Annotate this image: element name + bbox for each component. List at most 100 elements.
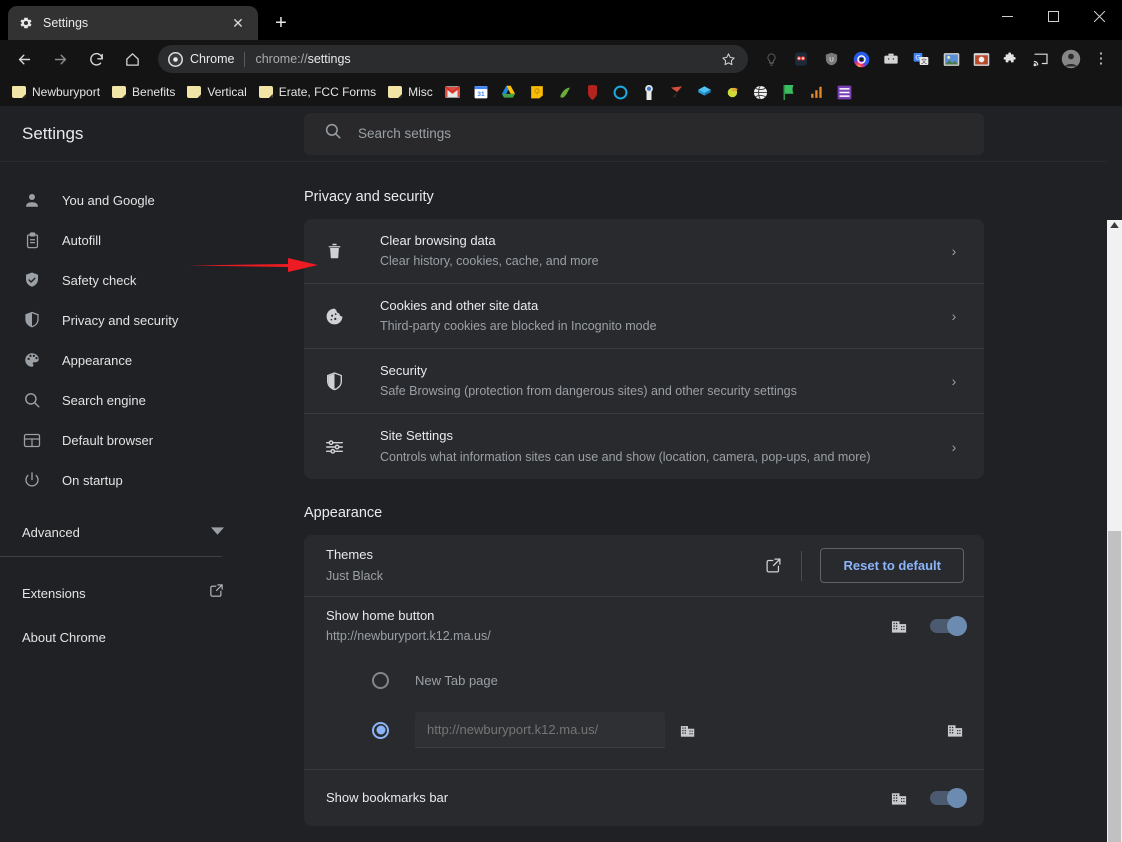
browser-window-icon [22, 430, 42, 450]
address-bar-url[interactable]: chrome://settings [255, 52, 710, 66]
rocket-icon[interactable] [788, 46, 814, 72]
show-bookmarks-bar-toggle[interactable] [930, 788, 967, 808]
close-icon[interactable] [1076, 0, 1122, 32]
list-icon[interactable] [837, 84, 853, 100]
bookmarks-bar: Newburyport Benefits Vertical Erate, FCC… [0, 78, 1122, 106]
bar-chart-icon[interactable] [809, 84, 825, 100]
radio-label: New Tab page [415, 672, 498, 688]
sidebar-item-appearance[interactable]: Appearance [0, 340, 250, 380]
maximize-icon[interactable] [1030, 0, 1076, 32]
toolbox-icon[interactable] [878, 46, 904, 72]
url-path: settings [307, 52, 351, 66]
chevron-right-icon[interactable]: › [944, 439, 964, 455]
scroll-up-arrow-icon[interactable] [1107, 218, 1122, 232]
appearance-card: Themes Just Black Reset to default Show … [304, 535, 984, 826]
sidebar-item-extensions[interactable]: Extensions [0, 571, 250, 615]
folder-icon [258, 86, 273, 98]
google-keep-icon[interactable] [529, 84, 545, 100]
google-translate-icon[interactable]: G文 [908, 46, 934, 72]
sidebar-item-search-engine[interactable]: Search engine [0, 380, 250, 420]
google-calendar-icon[interactable]: 31 [473, 84, 489, 100]
bookmark-folder[interactable]: Misc [382, 82, 439, 102]
external-link-icon[interactable] [763, 556, 783, 576]
wrench-icon[interactable] [641, 84, 657, 100]
row-security[interactable]: Security Safe Browsing (protection from … [304, 349, 984, 414]
sidebar-item-privacy-and-security[interactable]: Privacy and security [0, 300, 250, 340]
box-icon[interactable] [697, 84, 713, 100]
trash-icon [324, 241, 344, 261]
office-icon[interactable] [613, 84, 629, 100]
three-dot-menu-icon[interactable]: ⋮ [1088, 46, 1114, 72]
sidebar-item-advanced[interactable]: Advanced [0, 508, 250, 556]
reload-icon[interactable] [81, 44, 111, 74]
scrollbar-thumb[interactable] [1108, 531, 1121, 842]
row-cookies-and-other-site-data[interactable]: Cookies and other site data Third-party … [304, 284, 984, 349]
evernote-icon[interactable] [557, 84, 573, 100]
search-input[interactable]: Search settings [358, 126, 451, 141]
search-icon [22, 390, 42, 410]
radio-row-new-tab-page[interactable]: New Tab page [326, 655, 964, 705]
back-arrow-icon[interactable] [9, 44, 39, 74]
cast-icon[interactable] [1028, 46, 1054, 72]
bookmark-label: Vertical [207, 85, 247, 99]
lightbulb-icon[interactable] [758, 46, 784, 72]
instagram-icon[interactable] [848, 46, 874, 72]
close-icon[interactable]: ✕ [228, 13, 248, 33]
sidebar-item-label: On startup [62, 472, 123, 488]
gmail-icon[interactable] [445, 84, 461, 100]
puzzle-extensions-icon[interactable] [998, 46, 1024, 72]
sidebar-item-you-and-google[interactable]: You and Google [0, 180, 250, 220]
radio-new-tab-page[interactable] [372, 671, 389, 689]
new-tab-button[interactable]: + [266, 8, 296, 38]
image-icon[interactable] [938, 46, 964, 72]
row-clear-browsing-data[interactable]: Clear browsing data Clear history, cooki… [304, 219, 984, 284]
browser-tab-settings[interactable]: Settings ✕ [8, 6, 258, 40]
reset-to-default-button[interactable]: Reset to default [820, 548, 964, 583]
home-page-options: New Tab page [304, 655, 984, 770]
row-text: Themes Just Black [326, 545, 763, 586]
sidebar-item-about-chrome[interactable]: About Chrome [0, 615, 250, 659]
sidebar-item-label: Safety check [62, 272, 137, 288]
globe-icon[interactable] [753, 84, 769, 100]
row-text: Security Safe Browsing (protection from … [380, 361, 944, 402]
bitwarden-icon[interactable] [585, 84, 601, 100]
row-title: Themes [326, 547, 373, 563]
minimize-icon[interactable] [984, 0, 1030, 32]
paint-drop-icon[interactable] [669, 84, 685, 100]
home-icon[interactable] [117, 44, 147, 74]
google-drive-icon[interactable] [501, 84, 517, 100]
page-scrollbar[interactable] [1107, 212, 1122, 842]
row-subtitle: http://newburyport.k12.ma.us/ [326, 629, 491, 644]
tab-strip: Settings ✕ + [0, 0, 1122, 40]
row-title: Security [380, 362, 427, 378]
sidebar-item-default-browser[interactable]: Default browser [0, 420, 250, 460]
bookmark-folder[interactable]: Newburyport [6, 82, 106, 102]
profile-avatar[interactable] [1058, 46, 1084, 72]
forward-arrow-icon[interactable] [45, 44, 75, 74]
chevron-right-icon[interactable]: › [944, 243, 964, 259]
show-home-button-toggle[interactable] [930, 616, 967, 636]
address-bar[interactable]: Chrome chrome://settings [158, 45, 748, 73]
flag-icon[interactable] [781, 84, 797, 100]
bookmark-star-icon[interactable] [718, 49, 738, 69]
leaf-icon[interactable] [725, 84, 741, 100]
bookmark-label: Erate, FCC Forms [278, 85, 377, 99]
sidebar-item-label: Advanced [22, 524, 80, 540]
chevron-right-icon[interactable]: › [944, 308, 964, 324]
radio-row-custom-url[interactable] [326, 705, 964, 755]
chrome-app-icon[interactable] [968, 46, 994, 72]
bookmark-folder[interactable]: Erate, FCC Forms [253, 82, 382, 102]
search-settings-box[interactable]: Search settings [304, 112, 984, 155]
bookmark-folder[interactable]: Benefits [106, 82, 181, 102]
home-url-input[interactable] [415, 712, 665, 748]
bookmark-folder[interactable]: Vertical [181, 82, 252, 102]
enterprise-building-icon [946, 721, 964, 739]
chevron-right-icon[interactable]: › [944, 373, 964, 389]
url-prefix: chrome:// [255, 52, 308, 66]
row-site-settings[interactable]: Site Settings Controls what information … [304, 414, 984, 479]
sidebar-item-autofill[interactable]: Autofill [0, 220, 250, 260]
radio-custom-url[interactable] [372, 721, 389, 739]
row-subtitle: Clear history, cookies, cache, and more [380, 254, 599, 269]
ublock-shield-icon[interactable]: U [818, 46, 844, 72]
sidebar-item-on-startup[interactable]: On startup [0, 460, 250, 500]
